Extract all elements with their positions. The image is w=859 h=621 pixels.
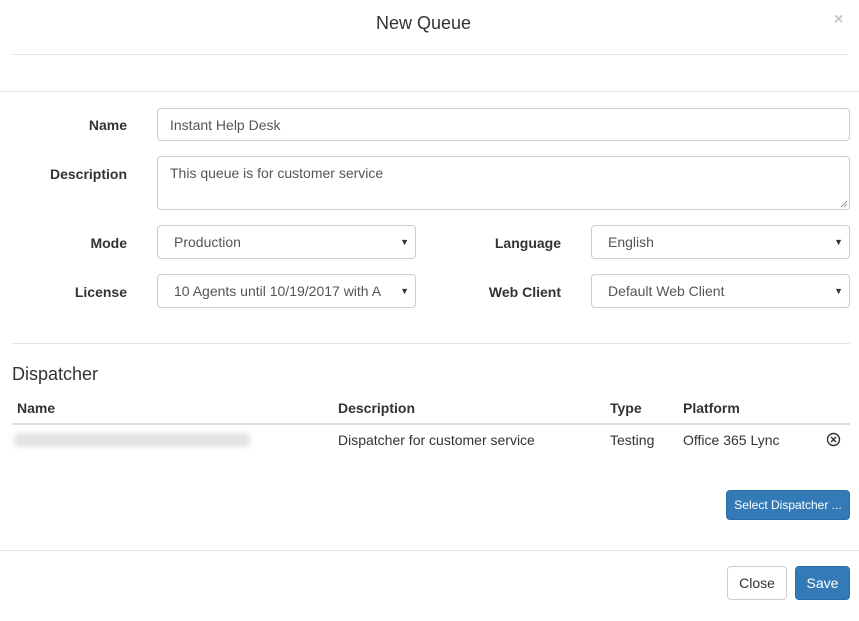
mode-label: Mode (90, 235, 127, 251)
description-textarea[interactable]: This queue is for customer service (157, 156, 850, 210)
section-divider (12, 343, 850, 344)
chevron-down-icon: ▼ (400, 237, 409, 247)
mode-select-value: Production (174, 234, 241, 250)
dispatcher-type-cell: Testing (610, 432, 655, 448)
license-select[interactable]: 10 Agents until 10/19/2017 with A ▼ (157, 274, 416, 308)
resize-handle-icon[interactable] (840, 200, 848, 208)
column-header-platform: Platform (683, 400, 740, 416)
dispatcher-description-cell: Dispatcher for customer service (338, 432, 535, 448)
name-label: Name (88, 117, 127, 133)
webclient-select-value: Default Web Client (608, 283, 725, 299)
name-input[interactable]: Instant Help Desk (157, 108, 850, 141)
body-top-divider (0, 91, 859, 92)
column-header-name: Name (17, 400, 56, 416)
webclient-label: Web Client (488, 284, 561, 300)
circle-x-icon[interactable] (826, 432, 841, 447)
language-select[interactable]: English ▼ (591, 225, 850, 259)
close-button[interactable]: Close (727, 566, 787, 600)
license-select-value: 10 Agents until 10/19/2017 with A (174, 283, 382, 299)
chevron-down-icon: ▼ (834, 286, 843, 296)
description-label: Description (49, 166, 127, 182)
webclient-select[interactable]: Default Web Client ▼ (591, 274, 850, 308)
dispatcher-section-title: Dispatcher (12, 364, 99, 384)
language-select-value: English (608, 234, 654, 250)
column-header-type: Type (610, 400, 642, 416)
language-label: Language (494, 235, 561, 251)
header-divider (12, 54, 847, 55)
description-textarea-value: This queue is for customer service (170, 165, 384, 181)
table-header-divider (12, 423, 850, 425)
redacted-dispatcher-name (14, 433, 250, 447)
close-icon[interactable]: × (834, 10, 843, 30)
mode-select[interactable]: Production ▼ (157, 225, 416, 259)
modal-title: New Queue (375, 13, 472, 33)
chevron-down-icon: ▼ (834, 237, 843, 247)
chevron-down-icon: ▼ (400, 286, 409, 296)
footer-divider (0, 550, 859, 551)
column-header-description: Description (338, 400, 416, 416)
save-button[interactable]: Save (795, 566, 850, 600)
select-dispatcher-button[interactable]: Select Dispatcher ... (726, 490, 850, 520)
dispatcher-platform-cell: Office 365 Lync (683, 432, 780, 448)
name-input-value: Instant Help Desk (170, 116, 281, 133)
license-label: License (74, 284, 127, 300)
